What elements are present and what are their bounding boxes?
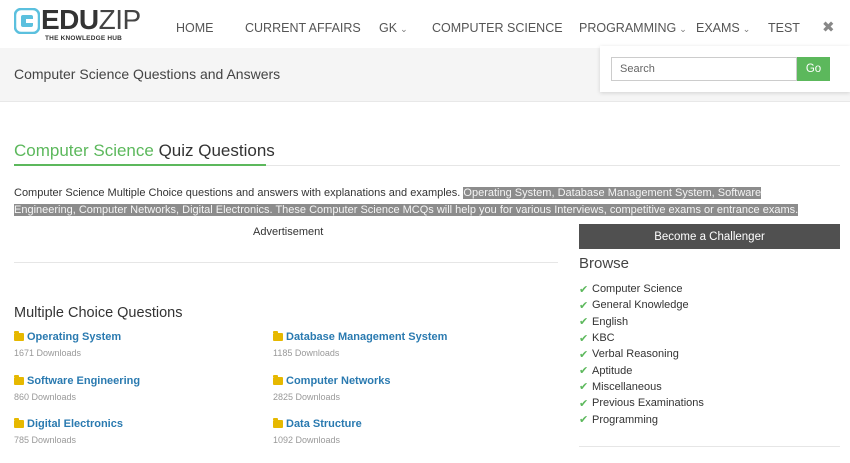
logo-tagline: THE KNOWLEDGE HUB — [45, 35, 123, 42]
nav-item-programming[interactable]: PROGRAMMING ⌄ — [579, 21, 687, 35]
nav-label: EXAMS — [696, 21, 740, 35]
category-name: Software Engineering — [27, 375, 141, 387]
mcq-heading: Multiple Choice Questions — [14, 305, 183, 321]
check-icon: ✔ — [579, 397, 589, 410]
category-item: Data Structure 1092 Downloads — [273, 418, 362, 445]
folder-icon — [14, 418, 24, 428]
folder-icon — [273, 418, 283, 428]
section-heading-rest: Quiz Questions — [153, 141, 275, 160]
site-logo[interactable]: EDUZIP THE KNOWLEDGE HUB — [14, 4, 141, 42]
eduzip-logo-icon — [14, 8, 40, 34]
check-icon: ✔ — [579, 414, 589, 427]
search-input[interactable] — [611, 57, 797, 81]
category-name: Digital Electronics — [27, 418, 123, 430]
nav-item-current-affairs[interactable]: CURRENT AFFAIRS — [245, 21, 361, 35]
category-name: Computer Networks — [286, 375, 391, 387]
section-heading-underline — [14, 164, 266, 166]
nav-label: GK — [379, 21, 398, 35]
close-icon[interactable]: ✖ — [822, 18, 835, 36]
download-count: 860 Downloads — [14, 392, 77, 402]
browse-item-aptitude[interactable]: ✔ Aptitude — [579, 362, 704, 378]
category-link-software-engineering[interactable]: Software Engineering — [14, 375, 140, 387]
content-divider — [14, 262, 558, 263]
category-item: Computer Networks 2825 Downloads — [273, 375, 391, 402]
browse-item-label: Previous Examinations — [592, 397, 704, 410]
browse-item-previous-examinations[interactable]: ✔ Previous Examinations — [579, 395, 704, 411]
advertisement-label: Advertisement — [253, 226, 324, 238]
nav-label: CURRENT AFFAIRS — [245, 21, 361, 35]
browse-item-label: General Knowledge — [592, 299, 689, 312]
nav-label: TEST — [768, 21, 800, 35]
browse-item-miscellaneous[interactable]: ✔ Miscellaneous — [579, 379, 704, 395]
logo-wordmark: EDUZIP — [41, 4, 141, 36]
category-link-data-structure[interactable]: Data Structure — [273, 418, 362, 430]
check-icon: ✔ — [579, 348, 589, 361]
nav-item-exams[interactable]: EXAMS ⌄ — [696, 21, 750, 35]
intro-paragraph: Computer Science Multiple Choice questio… — [14, 185, 820, 218]
check-icon: ✔ — [579, 381, 589, 394]
download-count: 2825 Downloads — [273, 392, 341, 402]
check-icon: ✔ — [579, 332, 589, 345]
nav-item-test[interactable]: TEST — [768, 21, 800, 35]
nav-label: HOME — [176, 21, 214, 35]
nav-label: PROGRAMMING — [579, 21, 677, 35]
browse-item-label: Computer Science — [592, 283, 683, 296]
check-icon: ✔ — [579, 283, 589, 296]
category-link-database-management-system[interactable]: Database Management System — [273, 331, 447, 343]
search-go-button[interactable]: Go — [797, 57, 830, 81]
chevron-down-icon: ⌄ — [679, 24, 687, 34]
nav-item-computer-science[interactable]: COMPUTER SCIENCE — [432, 21, 563, 35]
browse-item-kbc[interactable]: ✔ KBC — [579, 330, 704, 346]
category-item: Software Engineering 860 Downloads — [14, 375, 140, 402]
browse-item-verbal-reasoning[interactable]: ✔ Verbal Reasoning — [579, 346, 704, 362]
browse-item-computer-science[interactable]: ✔ Computer Science — [579, 281, 704, 297]
browse-item-label: Programming — [592, 413, 659, 426]
nav-item-home[interactable]: HOME — [176, 21, 214, 35]
category-link-operating-system[interactable]: Operating System — [14, 331, 121, 343]
category-link-digital-electronics[interactable]: Digital Electronics — [14, 418, 123, 430]
chevron-down-icon: ⌄ — [400, 24, 408, 34]
category-name: Operating System — [27, 331, 122, 343]
download-count: 1671 Downloads — [14, 348, 82, 358]
page-title: Computer Science Questions and Answers — [14, 66, 281, 82]
browse-item-label: English — [592, 315, 629, 328]
category-name: Database Management System — [286, 331, 448, 343]
download-count: 1092 Downloads — [273, 435, 341, 445]
browse-item-label: KBC — [592, 332, 615, 345]
category-item: Digital Electronics 785 Downloads — [14, 418, 123, 445]
nav-item-gk[interactable]: GK ⌄ — [379, 21, 408, 35]
browse-item-label: Miscellaneous — [592, 380, 662, 393]
browse-item-label: Aptitude — [592, 364, 633, 377]
check-icon: ✔ — [579, 365, 589, 378]
browse-heading: Browse — [579, 255, 630, 272]
check-icon: ✔ — [579, 299, 589, 312]
category-item: Operating System 1671 Downloads — [14, 331, 121, 358]
check-icon: ✔ — [579, 316, 589, 329]
browse-item-label: Verbal Reasoning — [592, 348, 679, 361]
folder-icon — [273, 375, 283, 385]
browse-item-general-knowledge[interactable]: ✔ General Knowledge — [579, 297, 704, 313]
sidebar-divider — [579, 446, 840, 447]
category-name: Data Structure — [286, 418, 362, 430]
nav-label: COMPUTER SCIENCE — [432, 21, 563, 35]
folder-icon — [14, 375, 24, 385]
section-heading-accent: Computer Science — [14, 141, 154, 160]
folder-icon — [273, 331, 283, 341]
browse-item-programming[interactable]: ✔ Programming — [579, 411, 704, 427]
browse-list: ✔ Computer Science ✔ General Knowledge ✔ En… — [579, 281, 704, 428]
intro-text: Computer Science Multiple Choice questio… — [14, 187, 464, 199]
logo-word-edu: EDU — [41, 4, 99, 35]
download-count: 1185 Downloads — [273, 348, 340, 358]
folder-icon — [14, 331, 24, 341]
download-count: 785 Downloads — [14, 435, 77, 445]
logo-word-zip: ZIP — [98, 4, 142, 35]
chevron-down-icon: ⌄ — [742, 24, 751, 34]
become-challenger-button[interactable]: Become a Challenger — [579, 224, 840, 249]
category-item: Database Management System 1185 Download… — [273, 331, 447, 358]
browse-item-english[interactable]: ✔ English — [579, 314, 704, 330]
section-heading: Computer Science Quiz Questions — [14, 141, 275, 161]
category-link-computer-networks[interactable]: Computer Networks — [273, 375, 391, 387]
